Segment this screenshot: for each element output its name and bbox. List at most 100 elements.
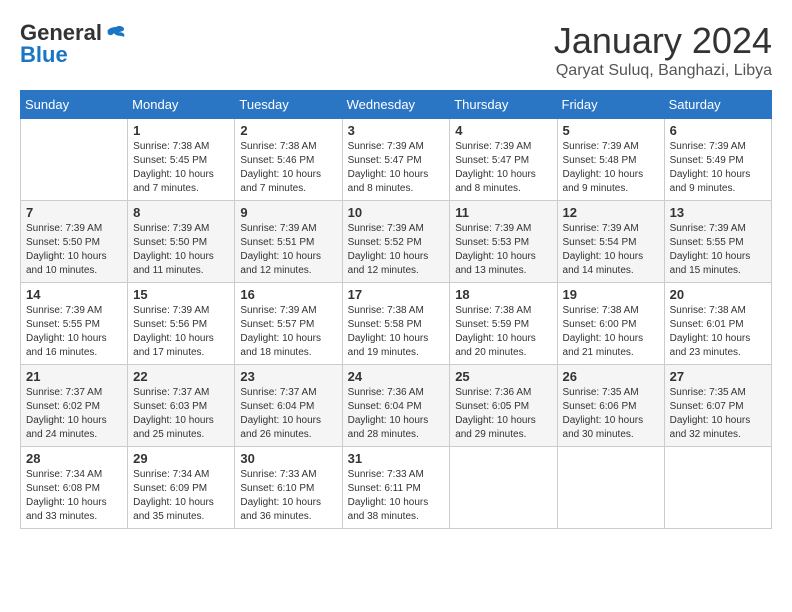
calendar-cell: 22Sunrise: 7:37 AM Sunset: 6:03 PM Dayli… <box>128 365 235 447</box>
day-info: Sunrise: 7:39 AM Sunset: 5:53 PM Dayligh… <box>455 222 551 278</box>
calendar-cell <box>450 447 557 529</box>
day-number: 25 <box>455 369 551 384</box>
day-info: Sunrise: 7:37 AM Sunset: 6:02 PM Dayligh… <box>26 386 122 442</box>
calendar-cell: 7 Sunrise: 7:39 AM Sunset: 5:50 PM Daylig… <box>21 201 128 283</box>
calendar-cell: 16 Sunrise: 7:39 AM Sunset: 5:57 PM Dayli… <box>235 283 342 365</box>
day-number: 5 <box>563 123 659 138</box>
day-info: Sunrise: 7:39 AM Sunset: 5:50 PM Dayligh… <box>133 222 229 278</box>
day-number: 1 <box>133 123 229 138</box>
calendar-week-row: 28 Sunrise: 7:34 AM Sunset: 6:08 PM Dayli… <box>21 447 772 529</box>
calendar-cell: 6 Sunrise: 7:39 AM Sunset: 5:49 PM Daylig… <box>664 119 771 201</box>
weekday-header-monday: Monday <box>128 91 235 119</box>
logo-bird-icon <box>106 25 126 41</box>
day-number: 7 <box>26 205 122 220</box>
day-number: 13 <box>670 205 766 220</box>
logo: General Blue <box>20 20 126 68</box>
calendar-cell: 10Sunrise: 7:39 AM Sunset: 5:52 PM Dayli… <box>342 201 450 283</box>
day-number: 24 <box>348 369 445 384</box>
day-number: 27 <box>670 369 766 384</box>
page-header: General Blue January 2024 Qaryat Suluq, … <box>20 20 772 80</box>
day-info: Sunrise: 7:39 AM Sunset: 5:55 PM Dayligh… <box>670 222 766 278</box>
weekday-header-thursday: Thursday <box>450 91 557 119</box>
day-number: 28 <box>26 451 122 466</box>
day-number: 4 <box>455 123 551 138</box>
day-info: Sunrise: 7:34 AM Sunset: 6:08 PM Dayligh… <box>26 468 122 524</box>
day-number: 9 <box>240 205 336 220</box>
day-number: 14 <box>26 287 122 302</box>
calendar-cell: 28 Sunrise: 7:34 AM Sunset: 6:08 PM Dayli… <box>21 447 128 529</box>
location: Qaryat Suluq, Banghazi, Libya <box>554 62 772 80</box>
day-number: 16 <box>240 287 336 302</box>
calendar-cell <box>21 119 128 201</box>
day-info: Sunrise: 7:35 AM Sunset: 6:07 PM Dayligh… <box>670 386 766 442</box>
day-info: Sunrise: 7:39 AM Sunset: 5:49 PM Dayligh… <box>670 140 766 196</box>
calendar-table: SundayMondayTuesdayWednesdayThursdayFrid… <box>20 90 772 529</box>
day-number: 8 <box>133 205 229 220</box>
calendar-cell: 21 Sunrise: 7:37 AM Sunset: 6:02 PM Dayli… <box>21 365 128 447</box>
weekday-header-wednesday: Wednesday <box>342 91 450 119</box>
day-info: Sunrise: 7:33 AM Sunset: 6:11 PM Dayligh… <box>348 468 445 524</box>
day-number: 31 <box>348 451 445 466</box>
calendar-cell: 14 Sunrise: 7:39 AM Sunset: 5:55 PM Dayli… <box>21 283 128 365</box>
day-number: 19 <box>563 287 659 302</box>
month-title: January 2024 <box>554 20 772 62</box>
day-info: Sunrise: 7:34 AM Sunset: 6:09 PM Dayligh… <box>133 468 229 524</box>
calendar-cell: 12 Sunrise: 7:39 AM Sunset: 5:54 PM Dayli… <box>557 201 664 283</box>
calendar-week-row: 21 Sunrise: 7:37 AM Sunset: 6:02 PM Dayli… <box>21 365 772 447</box>
day-info: Sunrise: 7:39 AM Sunset: 5:47 PM Dayligh… <box>455 140 551 196</box>
calendar-cell: 18Sunrise: 7:38 AM Sunset: 5:59 PM Dayli… <box>450 283 557 365</box>
calendar-cell: 30 Sunrise: 7:33 AM Sunset: 6:10 PM Dayli… <box>235 447 342 529</box>
day-info: Sunrise: 7:37 AM Sunset: 6:04 PM Dayligh… <box>240 386 336 442</box>
day-number: 22 <box>133 369 229 384</box>
day-info: Sunrise: 7:33 AM Sunset: 6:10 PM Dayligh… <box>240 468 336 524</box>
day-info: Sunrise: 7:39 AM Sunset: 5:48 PM Dayligh… <box>563 140 659 196</box>
weekday-header-tuesday: Tuesday <box>235 91 342 119</box>
weekday-header-friday: Friday <box>557 91 664 119</box>
day-info: Sunrise: 7:36 AM Sunset: 6:05 PM Dayligh… <box>455 386 551 442</box>
calendar-cell <box>664 447 771 529</box>
calendar-cell: 5 Sunrise: 7:39 AM Sunset: 5:48 PM Daylig… <box>557 119 664 201</box>
calendar-cell <box>557 447 664 529</box>
calendar-cell: 3 Sunrise: 7:39 AM Sunset: 5:47 PM Daylig… <box>342 119 450 201</box>
calendar-cell: 19 Sunrise: 7:38 AM Sunset: 6:00 PM Dayli… <box>557 283 664 365</box>
day-info: Sunrise: 7:36 AM Sunset: 6:04 PM Dayligh… <box>348 386 445 442</box>
day-info: Sunrise: 7:39 AM Sunset: 5:51 PM Dayligh… <box>240 222 336 278</box>
day-number: 21 <box>26 369 122 384</box>
day-number: 2 <box>240 123 336 138</box>
calendar-cell: 23Sunrise: 7:37 AM Sunset: 6:04 PM Dayli… <box>235 365 342 447</box>
calendar-cell: 4 Sunrise: 7:39 AM Sunset: 5:47 PM Daylig… <box>450 119 557 201</box>
day-info: Sunrise: 7:38 AM Sunset: 5:58 PM Dayligh… <box>348 304 445 360</box>
day-info: Sunrise: 7:39 AM Sunset: 5:56 PM Dayligh… <box>133 304 229 360</box>
calendar-week-row: 1Sunrise: 7:38 AM Sunset: 5:45 PM Daylig… <box>21 119 772 201</box>
weekday-header-saturday: Saturday <box>664 91 771 119</box>
day-info: Sunrise: 7:39 AM Sunset: 5:47 PM Dayligh… <box>348 140 445 196</box>
day-info: Sunrise: 7:39 AM Sunset: 5:50 PM Dayligh… <box>26 222 122 278</box>
day-info: Sunrise: 7:39 AM Sunset: 5:55 PM Dayligh… <box>26 304 122 360</box>
day-info: Sunrise: 7:38 AM Sunset: 5:59 PM Dayligh… <box>455 304 551 360</box>
calendar-cell: 15Sunrise: 7:39 AM Sunset: 5:56 PM Dayli… <box>128 283 235 365</box>
weekday-header-sunday: Sunday <box>21 91 128 119</box>
calendar-cell: 2 Sunrise: 7:38 AM Sunset: 5:46 PM Daylig… <box>235 119 342 201</box>
day-number: 10 <box>348 205 445 220</box>
calendar-cell: 27 Sunrise: 7:35 AM Sunset: 6:07 PM Dayli… <box>664 365 771 447</box>
day-number: 29 <box>133 451 229 466</box>
calendar-cell: 31 Sunrise: 7:33 AM Sunset: 6:11 PM Dayli… <box>342 447 450 529</box>
calendar-week-row: 14 Sunrise: 7:39 AM Sunset: 5:55 PM Dayli… <box>21 283 772 365</box>
logo-blue: Blue <box>20 42 68 68</box>
day-number: 26 <box>563 369 659 384</box>
calendar-cell: 1Sunrise: 7:38 AM Sunset: 5:45 PM Daylig… <box>128 119 235 201</box>
day-info: Sunrise: 7:39 AM Sunset: 5:57 PM Dayligh… <box>240 304 336 360</box>
day-number: 30 <box>240 451 336 466</box>
day-info: Sunrise: 7:39 AM Sunset: 5:54 PM Dayligh… <box>563 222 659 278</box>
day-info: Sunrise: 7:38 AM Sunset: 6:00 PM Dayligh… <box>563 304 659 360</box>
day-number: 12 <box>563 205 659 220</box>
day-info: Sunrise: 7:38 AM Sunset: 5:46 PM Dayligh… <box>240 140 336 196</box>
day-number: 6 <box>670 123 766 138</box>
calendar-cell: 26Sunrise: 7:35 AM Sunset: 6:06 PM Dayli… <box>557 365 664 447</box>
day-number: 17 <box>348 287 445 302</box>
day-number: 3 <box>348 123 445 138</box>
calendar-cell: 13 Sunrise: 7:39 AM Sunset: 5:55 PM Dayli… <box>664 201 771 283</box>
weekday-header-row: SundayMondayTuesdayWednesdayThursdayFrid… <box>21 91 772 119</box>
calendar-cell: 8 Sunrise: 7:39 AM Sunset: 5:50 PM Daylig… <box>128 201 235 283</box>
calendar-cell: 24 Sunrise: 7:36 AM Sunset: 6:04 PM Dayli… <box>342 365 450 447</box>
